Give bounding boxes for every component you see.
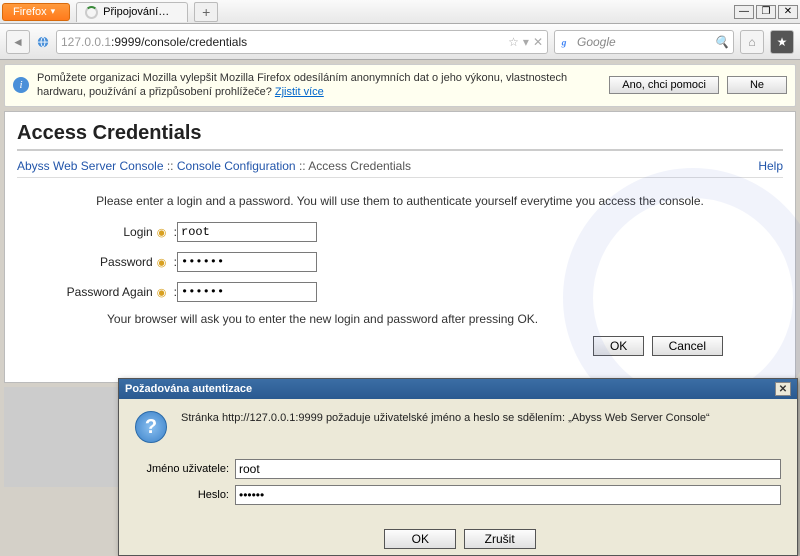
- titlebar: Firefox Připojování… + — ❐ ✕: [0, 0, 800, 24]
- search-icon[interactable]: 🔍: [714, 35, 729, 49]
- dialog-message: Stránka http://127.0.0.1:9999 požaduje u…: [181, 411, 710, 443]
- svg-text:g: g: [561, 37, 567, 48]
- dialog-user-label: Jméno uživatele:: [135, 463, 235, 475]
- password-label: Password: [100, 255, 153, 269]
- password-again-label: Password Again: [67, 285, 153, 299]
- dialog-user-input[interactable]: [235, 459, 781, 479]
- url-bar[interactable]: 127.0.0.1:9999/console/credentials ☆ ▾ ✕: [56, 30, 548, 54]
- crumb-console[interactable]: Abyss Web Server Console: [17, 159, 164, 173]
- help-icon[interactable]: ◉: [157, 227, 167, 239]
- bookmarks-button[interactable]: ★: [770, 30, 794, 54]
- dialog-close-button[interactable]: ✕: [775, 382, 791, 396]
- firefox-menu-button[interactable]: Firefox: [2, 3, 70, 21]
- info-link[interactable]: Zjistit více: [275, 86, 324, 98]
- dialog-title: Požadována autentizace: [125, 383, 252, 395]
- crumb-config[interactable]: Console Configuration: [177, 159, 296, 173]
- password-again-input[interactable]: [177, 282, 317, 302]
- info-text: Pomůžete organizaci Mozilla vylepšit Moz…: [37, 71, 601, 100]
- globe-icon: [36, 35, 50, 49]
- ok-button[interactable]: OK: [593, 336, 644, 356]
- search-box[interactable]: g Google 🔍: [554, 30, 734, 54]
- dialog-password-input[interactable]: [235, 485, 781, 505]
- close-button[interactable]: ✕: [778, 5, 798, 19]
- auth-dialog: Požadována autentizace ✕ ? Stránka http:…: [118, 378, 798, 556]
- page-title: Access Credentials: [17, 122, 783, 151]
- navbar: ◄ 127.0.0.1:9999/console/credentials ☆ ▾…: [0, 24, 800, 60]
- loading-spinner-icon: [85, 6, 98, 19]
- help-icon[interactable]: ◉: [157, 257, 167, 269]
- info-yes-button[interactable]: Ano, chci pomoci: [609, 76, 719, 94]
- info-no-button[interactable]: Ne: [727, 76, 787, 94]
- help-link[interactable]: Help: [758, 159, 783, 173]
- login-input[interactable]: [177, 222, 317, 242]
- dialog-cancel-button[interactable]: Zrušit: [464, 529, 536, 549]
- page-content: Access Credentials Abyss Web Server Cons…: [4, 111, 796, 383]
- tab-title: Připojování…: [103, 6, 169, 18]
- restore-button[interactable]: ❐: [756, 5, 776, 19]
- instruction-text: Please enter a login and a password. You…: [47, 194, 753, 208]
- help-icon[interactable]: ◉: [157, 287, 167, 299]
- password-input[interactable]: [177, 252, 317, 272]
- login-label: Login: [123, 225, 152, 239]
- search-placeholder: Google: [577, 35, 616, 49]
- new-tab-button[interactable]: +: [194, 2, 218, 22]
- cancel-button[interactable]: Cancel: [652, 336, 723, 356]
- dropdown-icon[interactable]: ▾: [523, 35, 529, 49]
- dialog-password-label: Heslo:: [135, 489, 235, 501]
- crumb-current: Access Credentials: [308, 159, 411, 173]
- note-text: Your browser will ask you to enter the n…: [107, 312, 753, 326]
- window-controls: — ❐ ✕: [732, 5, 798, 19]
- minimize-button[interactable]: —: [734, 5, 754, 19]
- url-path: :9999/console/credentials: [111, 35, 247, 49]
- url-host: 127.0.0.1: [61, 35, 111, 49]
- browser-tab[interactable]: Připojování…: [76, 2, 188, 22]
- info-bar: i Pomůžete organizaci Mozilla vylepšit M…: [4, 64, 796, 107]
- dialog-ok-button[interactable]: OK: [384, 529, 456, 549]
- stop-icon[interactable]: ✕: [533, 35, 543, 49]
- info-icon: i: [13, 77, 29, 93]
- home-button[interactable]: ⌂: [740, 30, 764, 54]
- star-icon[interactable]: ☆: [508, 35, 519, 49]
- question-icon: ?: [135, 411, 167, 443]
- back-button[interactable]: ◄: [6, 30, 30, 54]
- breadcrumb: Abyss Web Server Console :: Console Conf…: [17, 155, 783, 178]
- google-icon: g: [559, 35, 573, 49]
- dialog-titlebar[interactable]: Požadována autentizace ✕: [119, 379, 797, 399]
